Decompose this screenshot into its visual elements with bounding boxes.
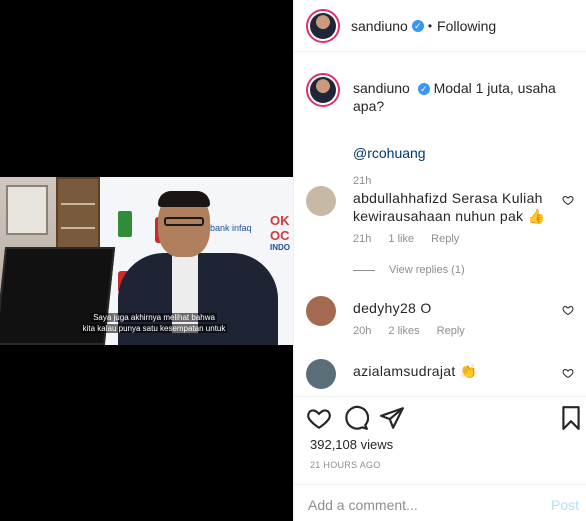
comment-body: 👏 [459, 363, 478, 379]
following-button[interactable]: Following [437, 18, 496, 34]
caption-text: sandiuno ✓ Modal 1 juta, usaha apa? [353, 79, 568, 115]
post-timestamp: 21 HOURS AGO [310, 460, 381, 470]
comment-time: 21h [353, 233, 372, 245]
caption-username[interactable]: sandiuno [353, 80, 410, 96]
post-header: sandiuno ✓ • Following [294, 0, 586, 52]
mention-link[interactable]: @rcohuang [353, 145, 426, 161]
comments-list[interactable]: sandiuno ✓ Modal 1 juta, usaha apa? @rco… [294, 53, 586, 395]
comment-username[interactable]: abdullahhafizd [353, 190, 448, 206]
caption-timestamp: 21h [353, 175, 372, 187]
video-subtitle: Saya juga akhirnya melihat bahwa kita ka… [64, 312, 244, 334]
avatar[interactable] [306, 359, 336, 389]
comment-text: dedyhy28 O [353, 299, 553, 317]
view-count[interactable]: 392,108 views [310, 437, 393, 452]
subtitle-line: kita kalau punya satu kesempatan untuk [80, 324, 228, 333]
avatar[interactable] [306, 8, 340, 43]
reply-button[interactable]: Reply [437, 325, 465, 337]
comment-username[interactable]: azialamsudrajat [353, 363, 456, 379]
add-comment-input[interactable] [308, 497, 518, 513]
view-replies-label: View replies (1) [389, 264, 465, 276]
like-heart-icon[interactable] [306, 405, 332, 431]
video-window [6, 185, 48, 235]
comment-body: O [420, 300, 432, 316]
like-comment-icon[interactable] [562, 304, 574, 316]
reply-button[interactable]: Reply [431, 233, 459, 245]
video-frame[interactable]: bank infaq OK OC INDO Saya juga akhirnya… [0, 177, 293, 345]
save-bookmark-icon[interactable] [558, 405, 584, 431]
post-actions: 392,108 views 21 HOURS AGO [294, 396, 586, 476]
avatar[interactable] [306, 186, 336, 216]
separator-dot: • [427, 18, 433, 33]
verified-badge-icon: ✓ [417, 83, 430, 96]
like-comment-icon[interactable] [562, 194, 574, 206]
comment-likes[interactable]: 1 like [388, 233, 414, 245]
comment-bubble-icon[interactable] [343, 405, 369, 431]
subtitle-line: Saya juga akhirnya melihat bahwa [91, 313, 217, 322]
comment-username[interactable]: dedyhy28 [353, 300, 416, 316]
comment-meta: 20h 2 likes Reply [353, 325, 479, 337]
view-replies-button[interactable]: View replies (1) [353, 264, 465, 276]
comment-likes[interactable]: 2 likes [388, 325, 419, 337]
view-replies-line [353, 269, 375, 271]
like-comment-icon[interactable] [562, 367, 574, 379]
post-details-panel: sandiuno ✓ • Following sandiuno ✓ Modal … [293, 0, 586, 521]
comment-meta: 21h 1 like Reply [353, 233, 473, 245]
comment-time: 20h [353, 325, 372, 337]
username-link[interactable]: sandiuno [351, 18, 408, 34]
comment-composer: Post [294, 484, 586, 521]
avatar[interactable] [306, 73, 340, 107]
post-media[interactable]: bank infaq OK OC INDO Saya juga akhirnya… [0, 0, 293, 521]
avatar[interactable] [306, 296, 336, 326]
post-button[interactable]: Post [551, 497, 579, 513]
comment-text: abdullahhafizd Serasa Kuliah kewirausaha… [353, 189, 553, 225]
comment-text: azialamsudrajat 👏 [353, 362, 553, 380]
share-paper-plane-icon[interactable] [379, 405, 405, 431]
verified-badge-icon: ✓ [411, 19, 424, 32]
